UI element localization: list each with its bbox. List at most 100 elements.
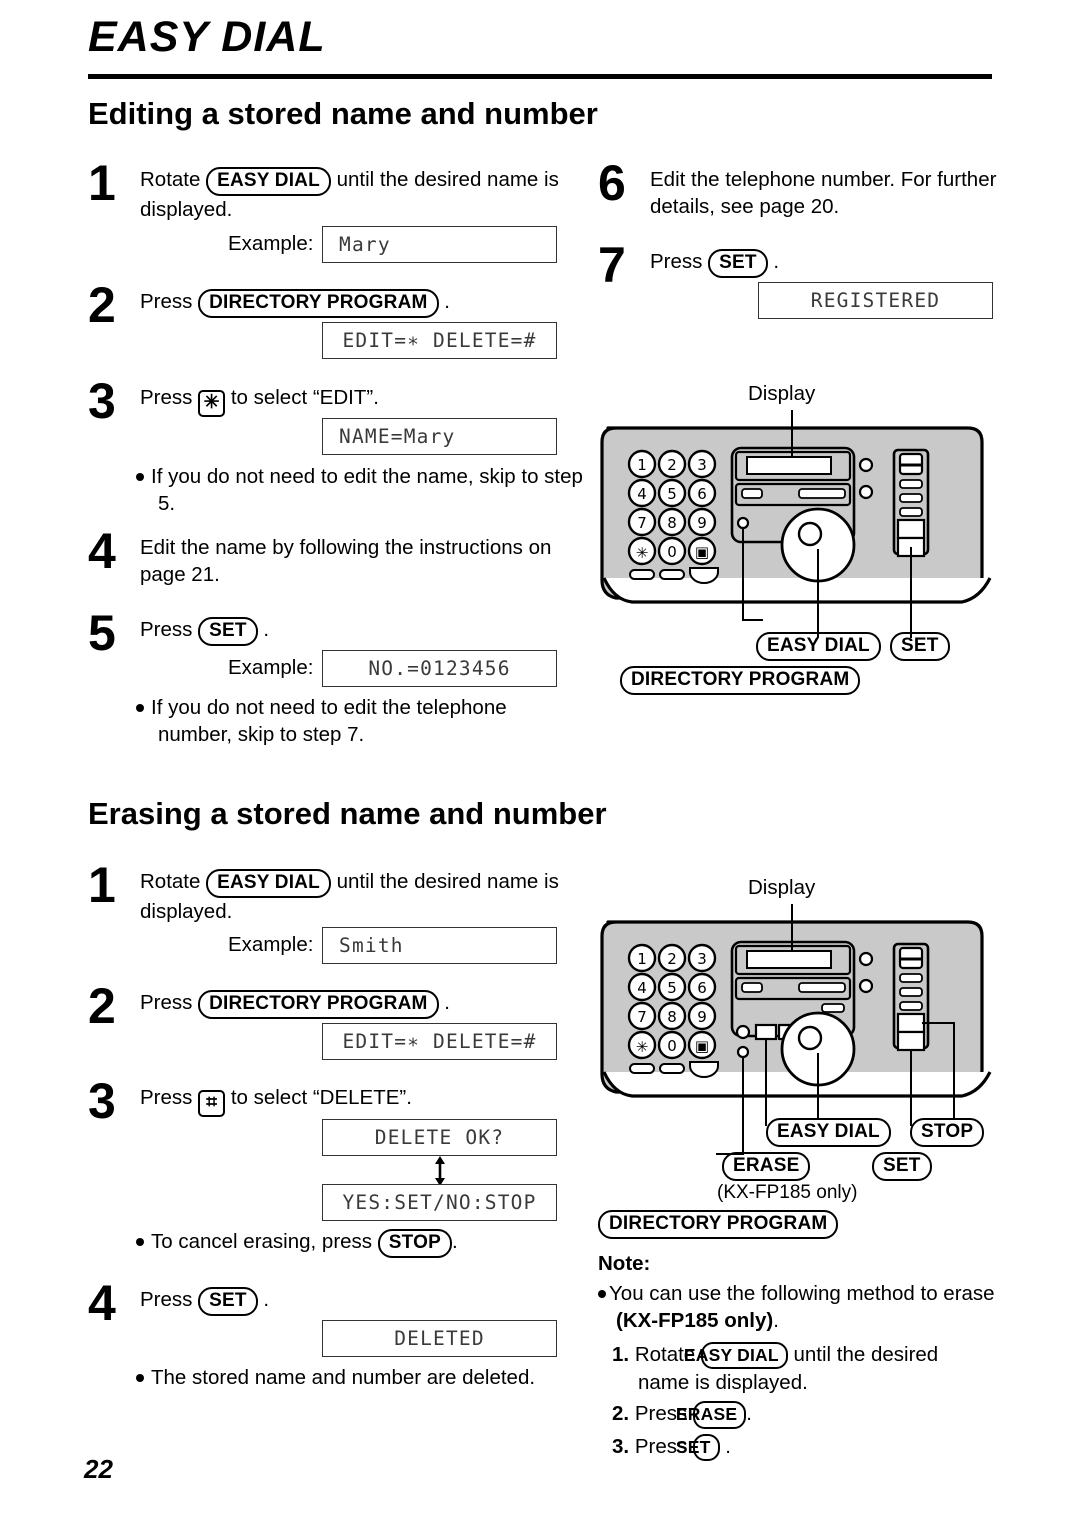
step-instruction: Rotate EASY DIAL until the desired name …	[140, 868, 568, 926]
callout-easy-dial-top: EASY DIAL	[756, 632, 881, 662]
note-model-bold: (KX-FP185 only)	[616, 1309, 774, 1333]
stop-key[interactable]: STOP	[910, 1118, 985, 1148]
note-body: You can use the following method to eras…	[598, 1280, 995, 1462]
step-instruction: Press SET .	[650, 248, 1000, 279]
step-text-before: Press	[140, 1288, 193, 1311]
step-bullet: The stored name and number are deleted.	[136, 1364, 576, 1391]
manual-page: EASY DIAL Editing a stored name and numb…	[0, 0, 1080, 1526]
stop-key[interactable]: STOP	[377, 1229, 452, 1259]
lcd-display-alt: YES:SET/NO:STOP	[322, 1184, 557, 1221]
step-text-after: until the desired name is displayed.	[140, 870, 559, 924]
easy-dial-key[interactable]: EASY DIAL	[206, 869, 331, 899]
section-heading-erasing: Erasing a stored name and number	[88, 796, 607, 831]
step-number: 6	[598, 155, 626, 211]
svg-text:0: 0	[667, 1037, 677, 1055]
svg-text:5: 5	[667, 979, 677, 997]
svg-text:6: 6	[697, 485, 707, 503]
step-text-before: Rotate	[140, 168, 201, 191]
set-key[interactable]: SET	[198, 1287, 258, 1317]
lcd-display: DELETE OK?	[322, 1119, 557, 1156]
bullet-text-after: .	[451, 1230, 458, 1253]
page-number: 22	[84, 1454, 113, 1484]
asterisk-key[interactable]: ✳	[198, 390, 226, 417]
step-instruction: Press ⌗ to select “DELETE”.	[140, 1084, 568, 1117]
note-item-text-after: .	[725, 1434, 731, 1458]
step-number: 4	[88, 1275, 116, 1331]
svg-text:4: 4	[637, 979, 647, 997]
svg-text:5: 5	[667, 485, 677, 503]
step-number: 7	[598, 237, 626, 293]
svg-text:7: 7	[637, 514, 647, 532]
lcd-display: Smith	[322, 927, 557, 964]
chapter-title: EASY DIAL	[88, 13, 326, 61]
set-key[interactable]: SET	[198, 617, 258, 647]
note-item-text-after: .	[746, 1402, 752, 1426]
lcd-display: REGISTERED	[758, 282, 993, 319]
erase-key[interactable]: ERASE	[676, 1401, 747, 1429]
easy-dial-key[interactable]: EASY DIAL	[206, 167, 331, 197]
note-lead-end: .	[773, 1309, 779, 1333]
svg-text:2: 2	[667, 950, 677, 968]
step-text-after: until the desired name is displayed.	[140, 168, 559, 222]
step-instruction: Press DIRECTORY PROGRAM .	[140, 989, 568, 1020]
easy-dial-key[interactable]: EASY DIAL	[756, 632, 881, 662]
step-bullet: If you do not need to edit the telephone…	[136, 694, 586, 749]
note-item-1: 1. Rotate EASY DIAL until the desired na…	[612, 1341, 990, 1396]
step-instruction: Press ✳ to select “EDIT”.	[140, 384, 568, 417]
erase-key[interactable]: ERASE	[722, 1152, 811, 1182]
svg-text:9: 9	[697, 514, 707, 532]
step-number: 1	[88, 857, 116, 913]
step-text-after: to select “DELETE”.	[230, 1086, 412, 1109]
set-key[interactable]: SET	[676, 1433, 720, 1462]
easy-dial-key[interactable]: EASY DIAL	[766, 1118, 891, 1148]
step-instruction: Edit the telephone number. For further d…	[650, 168, 997, 219]
step-instruction: Press DIRECTORY PROGRAM .	[140, 288, 568, 319]
note-item-number: 3.	[612, 1434, 630, 1458]
directory-program-key[interactable]: DIRECTORY PROGRAM	[598, 1210, 839, 1240]
svg-text:3: 3	[697, 456, 707, 474]
example-label: Example:	[228, 232, 314, 255]
callout-set-bottom: SET	[872, 1152, 932, 1182]
step-number: 5	[88, 605, 116, 661]
step-text-before: Press	[140, 618, 193, 641]
section-heading-editing: Editing a stored name and number	[88, 96, 598, 131]
bullet-text: If you do not need to edit the name, ski…	[151, 465, 583, 516]
svg-text:7: 7	[637, 1008, 647, 1026]
pound-key[interactable]: ⌗	[198, 1090, 226, 1117]
svg-text:✳: ✳	[636, 1038, 649, 1056]
callout-directory-program-top: DIRECTORY PROGRAM	[620, 666, 861, 696]
svg-text:▣: ▣	[695, 1037, 709, 1055]
svg-text:3: 3	[697, 950, 707, 968]
step-number: 3	[88, 373, 116, 429]
step-instruction: Press SET .	[140, 1286, 568, 1317]
step-number: 3	[88, 1073, 116, 1129]
note-lead-text: You can use the following method to eras…	[609, 1282, 995, 1305]
toggle-arrow-icon	[432, 1156, 448, 1186]
easy-dial-key[interactable]: EASY DIAL	[684, 1341, 788, 1370]
step-instruction: Press SET .	[140, 616, 568, 647]
directory-program-key[interactable]: DIRECTORY PROGRAM	[198, 990, 439, 1020]
step-instruction: Edit the name by following the instructi…	[140, 536, 552, 587]
set-key[interactable]: SET	[890, 632, 950, 662]
directory-program-key[interactable]: DIRECTORY PROGRAM	[198, 289, 439, 319]
step-text-after: to select “EDIT”.	[230, 386, 379, 409]
callout-set-top: SET	[890, 632, 950, 662]
callout-easy-dial-bottom: EASY DIAL	[766, 1118, 891, 1148]
step-text-before: Press	[140, 1086, 193, 1109]
step-text-after: .	[263, 618, 270, 641]
display-label-bottom: Display	[748, 876, 816, 899]
bullet-dot	[136, 1238, 144, 1246]
directory-program-key[interactable]: DIRECTORY PROGRAM	[620, 666, 861, 696]
callout-stop-bottom: STOP	[910, 1118, 985, 1148]
step-text-after: .	[773, 250, 780, 273]
lcd-display: NO.=0123456	[322, 650, 557, 687]
bullet-text: The stored name and number are deleted.	[151, 1366, 536, 1389]
step-text-before: Press	[140, 386, 193, 409]
note-item-number: 2.	[612, 1402, 630, 1426]
display-label-top: Display	[748, 382, 816, 405]
set-key[interactable]: SET	[872, 1152, 932, 1182]
lcd-display: EDIT=∗ DELETE=#	[322, 322, 557, 359]
svg-text:8: 8	[667, 514, 677, 532]
svg-text:1: 1	[637, 950, 647, 968]
set-key[interactable]: SET	[708, 249, 768, 279]
